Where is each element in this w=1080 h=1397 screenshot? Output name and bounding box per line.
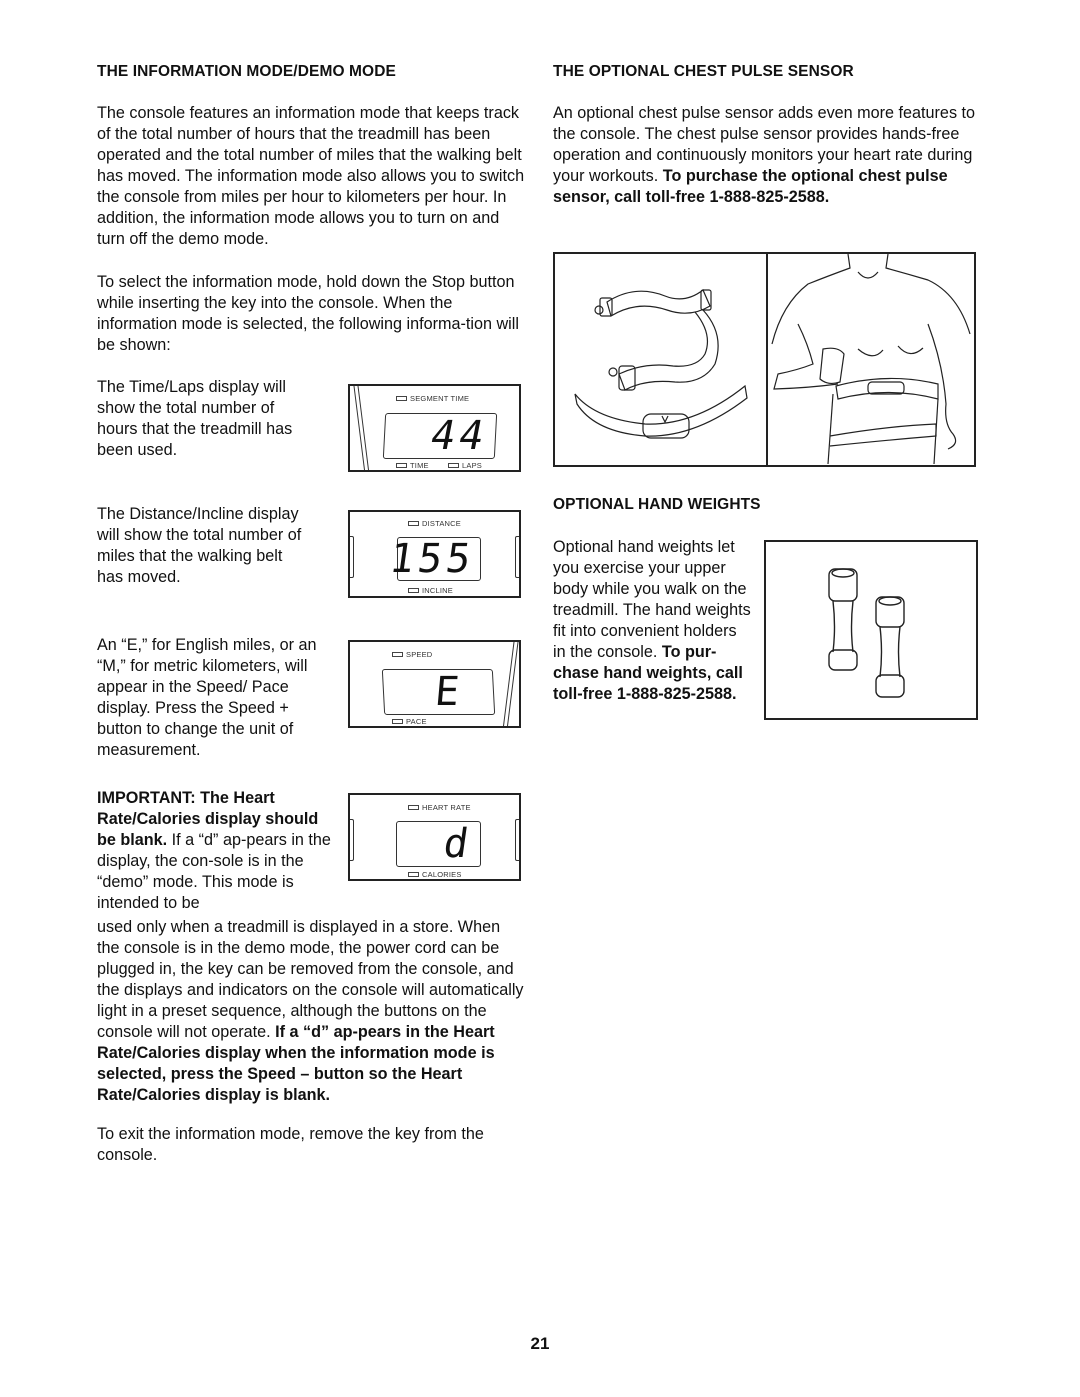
chest-strap-icon [574, 289, 748, 439]
console-edge-lines [353, 386, 370, 470]
led-icon [392, 719, 403, 724]
person-wearing-sensor-icon [771, 254, 971, 465]
distance-screen: 155 [387, 536, 481, 582]
distance-indicator: DISTANCE [408, 519, 461, 528]
led-icon [396, 463, 407, 468]
led-icon [408, 805, 419, 810]
unit-display-text: An “E,” for English miles, or an “M,” fo… [97, 636, 317, 759]
side-tab [350, 819, 354, 861]
speed-indicator: SPEED [392, 650, 432, 659]
time-display-text: The Time/Laps display will show the tota… [97, 378, 293, 459]
hand-weights-icon [828, 568, 905, 698]
led-icon [408, 588, 419, 593]
time-laps-display-panel: SEGMENT TIME 44 TIME LAPS [348, 384, 521, 472]
led-icon [392, 652, 403, 657]
pace-indicator: PACE [392, 717, 427, 726]
page-number: 21 [530, 1334, 550, 1353]
chest-sensor-illustration [553, 252, 976, 467]
time-screen: 44 [382, 413, 498, 459]
distance-incline-display-panel: DISTANCE 155 INCLINE [348, 510, 521, 598]
hand-weights-illustration [764, 540, 978, 720]
info-mode-heading: THE INFORMATION MODE/DEMO MODE [97, 63, 396, 80]
side-tab [350, 536, 354, 578]
heart-rate-indicator: HEART RATE [408, 803, 471, 812]
heart-rate-calories-display-panel: HEART RATE d CALORIES [348, 793, 521, 881]
time-indicator: TIME [396, 461, 429, 470]
exit-info-mode-text: To exit the information mode, remove the… [97, 1125, 484, 1164]
chest-sensor-text: An optional chest pulse sensor adds even… [553, 103, 988, 208]
calories-indicator: CALORIES [408, 870, 462, 879]
time-value: 44 [426, 413, 492, 459]
info-mode-select-instructions: To select the information mode, hold dow… [97, 273, 519, 354]
laps-indicator: LAPS [448, 461, 482, 470]
hand-weights-text: Optional hand weights let you exercise y… [553, 537, 753, 705]
important-note: IMPORTANT: The Heart Rate/Calories displ… [97, 788, 332, 914]
info-mode-intro: The console features an information mode… [97, 104, 525, 248]
segment-time-indicator: SEGMENT TIME [396, 394, 469, 403]
led-icon [448, 463, 459, 468]
led-icon [396, 396, 407, 401]
side-tab [515, 536, 519, 578]
speed-screen: E [381, 669, 496, 715]
side-tab [515, 819, 519, 861]
heart-rate-screen: d [396, 821, 481, 867]
demo-mode-text: used only when a treadmill is displayed … [97, 917, 527, 1106]
hand-weights-body: Optional hand weights let you exercise y… [553, 538, 751, 661]
console-edge-lines [502, 642, 519, 726]
heart-rate-value: d [440, 821, 476, 867]
incline-indicator: INCLINE [408, 586, 453, 595]
distance-value: 155 [386, 536, 478, 582]
speed-pace-display-panel: SPEED E PACE [348, 640, 521, 728]
led-icon [408, 872, 419, 877]
chest-sensor-heading: THE OPTIONAL CHEST PULSE SENSOR [553, 63, 854, 80]
distance-display-text: The Distance/Incline display will show t… [97, 505, 302, 586]
led-icon [408, 521, 419, 526]
speed-value: E [432, 669, 466, 715]
hand-weights-heading: OPTIONAL HAND WEIGHTS [553, 496, 761, 513]
